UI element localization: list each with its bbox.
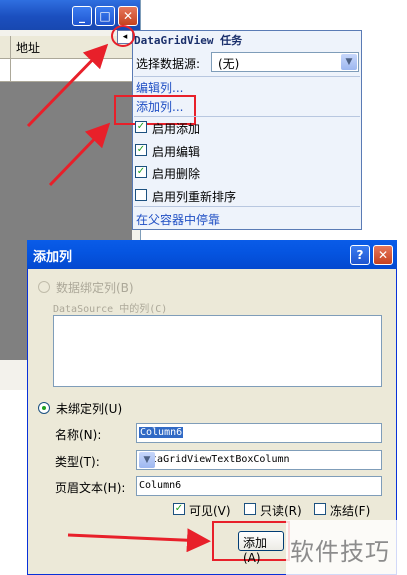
arrow-to-add-column [48, 122, 111, 187]
arrow-to-smart-tag [26, 43, 109, 128]
arrow-to-add-button [67, 528, 211, 553]
annotation-arrows [26, 43, 211, 553]
